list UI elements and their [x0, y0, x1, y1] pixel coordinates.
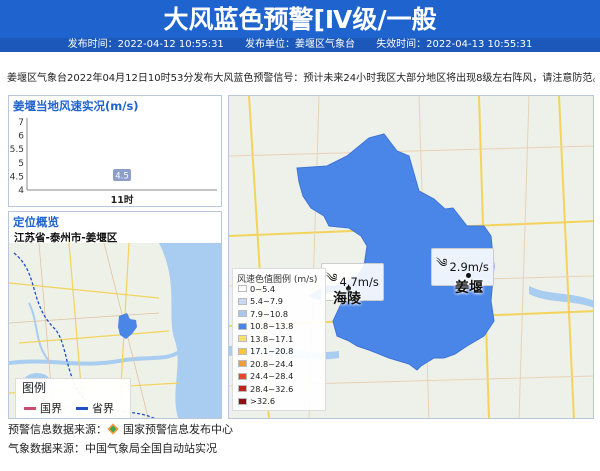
warning-header: 大风蓝色预警[Ⅳ级/一般 发布时间：2022-04-12 10:55:31 发布… [0, 0, 600, 52]
province-border-line-icon [76, 406, 88, 410]
wind-legend-row: 24.4~28.4 [238, 371, 293, 382]
wind-speed-panel: 姜堰当地风速实况(m/s) 7 6 5.5 5 4.5 4 4.5 11时 [8, 95, 222, 207]
wind-legend-swatch [238, 310, 247, 317]
y-tick-label: 7 [18, 118, 24, 128]
wind-speed-chart: 7 6 5.5 5 4.5 4 4.5 11时 [10, 118, 217, 206]
national-border-line-icon [24, 406, 36, 410]
map-legend: 图例 国界 省界 [15, 378, 131, 418]
wind-legend-label: 0~5.4 [250, 283, 276, 294]
map-legend-title: 图例 [22, 381, 47, 395]
wind-legend-row: 10.8~13.8 [238, 321, 293, 332]
wind-legend-label: 28.4~32.6 [250, 383, 294, 394]
place-jiangyan: 姜堰 [455, 280, 483, 296]
y-tick-label: 6 [18, 132, 24, 142]
legend-national-border: 国界 [24, 400, 62, 416]
x-tick-label: 11时 [111, 194, 134, 206]
wind-legend-label: 7.9~10.8 [250, 308, 289, 319]
weather-source: 气象数据来源：中国气象局全国自动站实况 [8, 442, 217, 455]
bar-data-label: 4.5 [113, 169, 131, 182]
y-tick-label: 5 [18, 159, 24, 169]
wind-legend-swatch [238, 385, 247, 392]
y-tick-label: 4.5 [10, 172, 24, 182]
place-hailing: 海陵 [333, 291, 361, 307]
wind-legend-row: 0~5.4 [238, 283, 275, 294]
wind-legend-row: 5.4~7.9 [238, 296, 283, 307]
wind-legend-row: 28.4~32.6 [238, 383, 293, 394]
wind-legend-label: 17.1~20.8 [250, 346, 294, 356]
y-tick-label: 4 [18, 186, 24, 196]
wind-legend-row: 13.8~17.1 [238, 333, 293, 344]
expire-time: 失效时间：2022-04-13 10:55:31 [376, 39, 533, 50]
publish-time: 发布时间：2022-04-12 10:55:31 [67, 39, 224, 50]
wind-legend-row: 17.1~20.8 [238, 346, 293, 357]
warning-source: 预警信息数据来源： 国家预警信息发布中心 [8, 423, 233, 436]
wind-legend-swatch [238, 347, 247, 355]
wind-legend-label: 10.8~13.8 [250, 321, 294, 331]
wind-map-panel[interactable]: ༄ 4.7m/s 海陵 ༄ 2.9m/s 姜堰 风速色值图例 (m/s) 0~5… [228, 95, 594, 419]
warning-center-logo-icon [107, 423, 119, 435]
wind-legend-swatch [238, 372, 247, 380]
wind-legend-label: >32.6 [250, 396, 276, 406]
wind-legend-label: 5.4~7.9 [250, 296, 283, 306]
wind-legend-row: 7.9~10.8 [238, 308, 288, 319]
wind-legend-swatch [238, 285, 247, 292]
wind-legend-swatch [238, 335, 247, 342]
location-panel-title: 定位概览 [13, 215, 59, 229]
wind-color-legend: 风速色值图例 (m/s) 0~5.4 5.4~7.9 7.9~10.8 10.8~13… [232, 268, 326, 411]
wind-speed-panel-title: 姜堰当地风速实况(m/s) [13, 99, 139, 113]
wind-legend-label: 24.4~28.4 [250, 371, 294, 381]
legend-province-border: 省界 [76, 400, 114, 416]
location-panel: 定位概览 江苏省-泰州市-姜堰区 图例 国界 省界 [8, 211, 222, 419]
wind-legend-swatch [238, 297, 247, 305]
wind-legend-swatch [238, 322, 247, 330]
wind-legend-swatch [238, 397, 247, 405]
wind-icon: ༄ [436, 256, 448, 270]
wind-legend-label: 13.8~17.1 [250, 333, 294, 344]
wind-legend-row: 20.8~24.4 [238, 358, 293, 369]
warning-meta: 发布时间：2022-04-12 10:55:31 发布单位：姜堰区气象台 失效时… [0, 38, 600, 52]
publisher: 发布单位：姜堰区气象台 [245, 39, 355, 50]
y-tick-label: 5.5 [10, 145, 24, 155]
wind-legend-row: >32.6 [238, 396, 275, 407]
wind-legend-label: 20.8~24.4 [250, 358, 294, 369]
warning-title: 大风蓝色预警[Ⅳ级/一般 [163, 5, 437, 34]
bar-label-text: 4.5 [115, 172, 129, 182]
wind-legend-swatch [238, 360, 247, 367]
warning-description: 姜堰区气象台2022年04月12日10时53分发布大风蓝色预警信号：预计未来24… [7, 73, 595, 84]
